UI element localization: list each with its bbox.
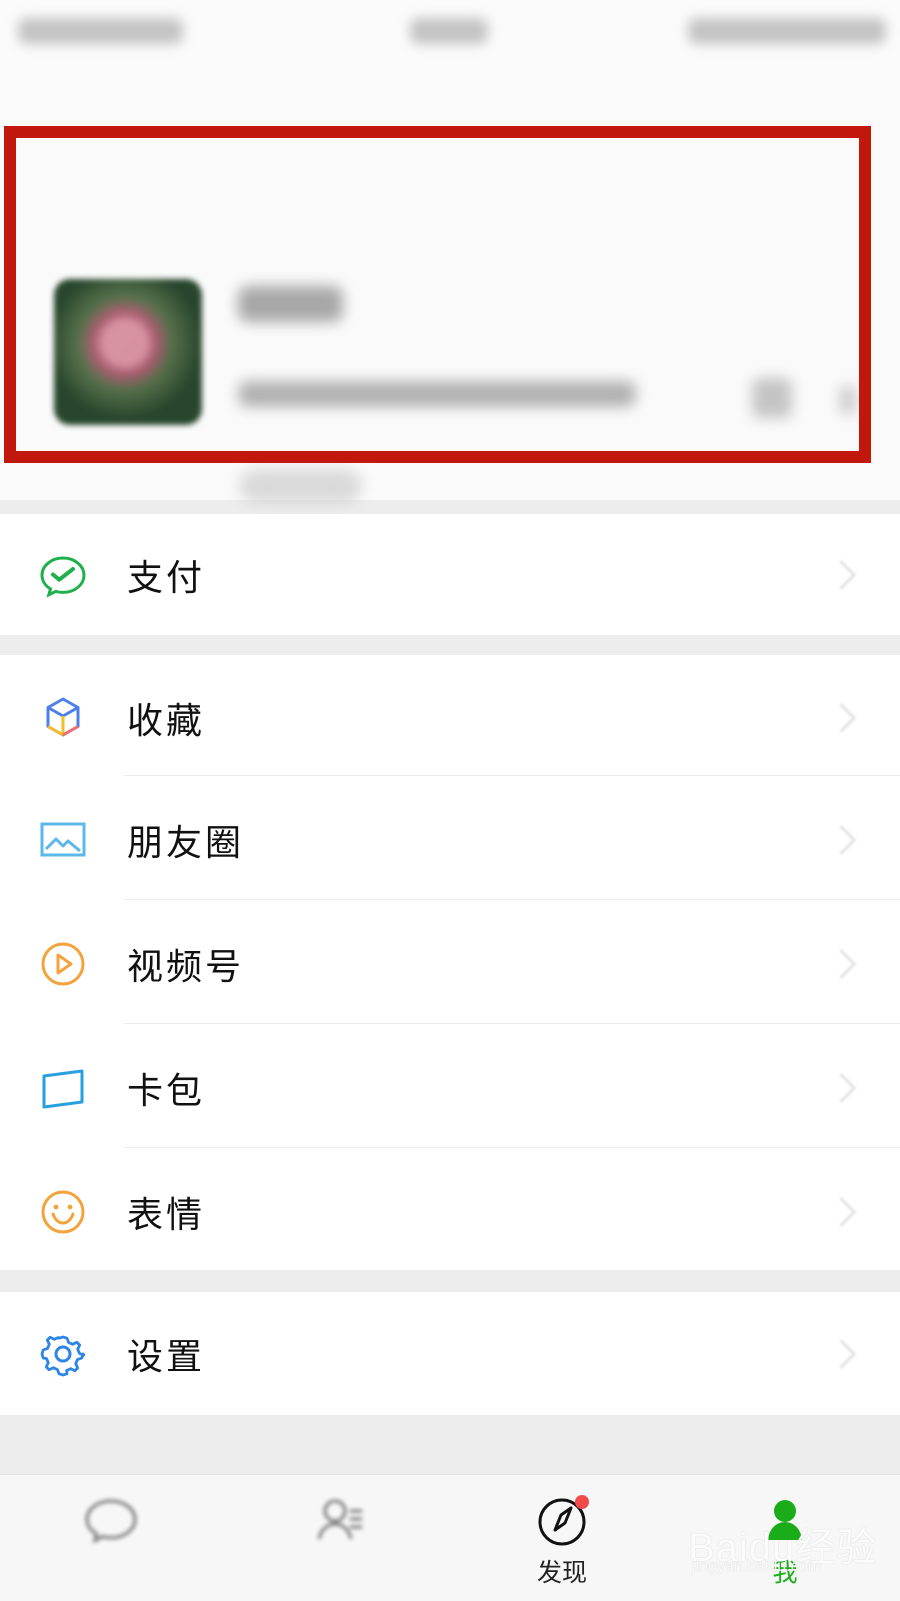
menu-item-card-package[interactable]: 卡包 xyxy=(0,1025,900,1151)
menu-item-favorites[interactable]: 收藏 xyxy=(0,655,900,781)
menu-item-stickers-label: 表情 xyxy=(127,1195,206,1236)
photo-icon xyxy=(38,815,88,865)
menu-item-channels[interactable]: 视频号 xyxy=(0,901,900,1027)
settings-section: 设置 xyxy=(0,1292,900,1415)
baidu-jingyan-url-watermark: jingyan.baidu.com xyxy=(692,1558,821,1575)
tab-contacts[interactable] xyxy=(270,1493,410,1585)
status-bar xyxy=(0,0,900,64)
tab-chats-label-blurred xyxy=(41,1553,181,1582)
tab-contacts-label-blurred xyxy=(270,1553,410,1582)
chevron-right-icon xyxy=(826,1338,857,1369)
chat-bubble-icon xyxy=(82,1493,140,1551)
divider xyxy=(124,899,900,900)
chevron-right-icon xyxy=(826,825,857,855)
menu-item-stickers[interactable]: 表情 xyxy=(0,1149,900,1275)
tab-discover[interactable]: 发现 xyxy=(492,1493,632,1587)
menu-item-pay[interactable]: 支付 xyxy=(0,514,900,635)
status-right-blurred xyxy=(688,18,886,44)
features-section: 收藏 朋友圈 视频号 卡包 表情 xyxy=(0,655,900,1270)
menu-item-card-package-label: 卡包 xyxy=(127,1071,206,1112)
highlight-box xyxy=(4,126,871,463)
play-circle-icon xyxy=(38,939,88,989)
tab-discover-label: 发现 xyxy=(536,1558,587,1587)
divider xyxy=(124,1147,900,1148)
status-left-blurred xyxy=(18,18,183,44)
pay-section: 支付 xyxy=(0,514,900,635)
divider xyxy=(124,775,900,776)
gear-icon xyxy=(38,1329,88,1379)
menu-item-channels-label: 视频号 xyxy=(127,947,245,988)
status-button-blurred[interactable] xyxy=(239,469,362,503)
chevron-right-icon xyxy=(826,703,857,733)
chevron-right-icon xyxy=(826,949,857,979)
chevron-right-icon xyxy=(826,559,857,590)
chevron-right-icon xyxy=(826,1073,857,1103)
menu-item-favorites-label: 收藏 xyxy=(127,701,206,742)
card-icon xyxy=(38,1063,88,1113)
status-time-blurred xyxy=(410,18,488,44)
tab-chats[interactable] xyxy=(41,1493,181,1585)
menu-item-moments-label: 朋友圈 xyxy=(127,823,245,864)
favorites-cube-icon xyxy=(38,693,88,743)
menu-item-moments[interactable]: 朋友圈 xyxy=(0,777,900,903)
smile-icon xyxy=(38,1187,88,1237)
menu-item-settings-label: 设置 xyxy=(127,1336,206,1378)
menu-item-pay-label: 支付 xyxy=(127,557,206,599)
chevron-right-icon xyxy=(826,1197,857,1227)
wechat-pay-icon xyxy=(38,550,88,600)
compass-icon xyxy=(533,1493,591,1551)
divider xyxy=(124,1023,900,1024)
contacts-icon xyxy=(311,1493,369,1551)
menu-item-settings[interactable]: 设置 xyxy=(0,1292,900,1415)
